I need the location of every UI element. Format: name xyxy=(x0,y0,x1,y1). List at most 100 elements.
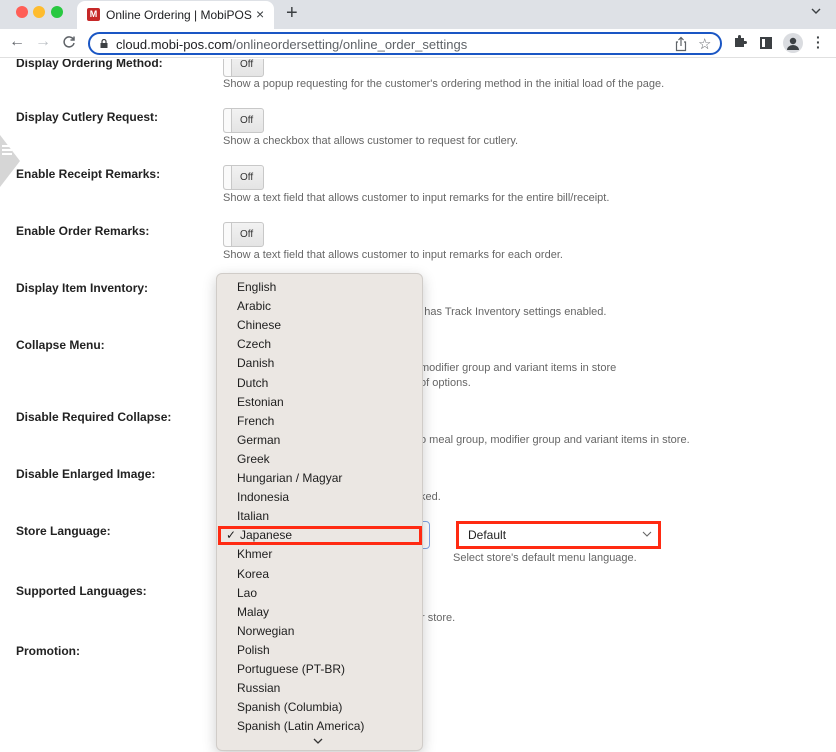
bookmark-star-icon[interactable]: ☆ xyxy=(698,35,711,53)
profile-avatar-icon[interactable] xyxy=(783,33,803,53)
language-option[interactable]: Indonesia xyxy=(217,488,422,507)
extensions-puzzle-icon[interactable] xyxy=(733,34,747,48)
toggle-state: Off xyxy=(240,59,254,70)
browser-tab-active[interactable]: M Online Ordering | MobiPOS × xyxy=(77,1,274,29)
language-option[interactable]: Korea xyxy=(217,565,422,584)
language-option[interactable]: Chinese xyxy=(217,316,422,335)
close-window-button[interactable] xyxy=(16,6,28,18)
toggle-enable-order-remarks[interactable]: Off xyxy=(223,222,264,247)
toggle-knob xyxy=(224,166,232,189)
language-option-label: Russian xyxy=(237,681,281,696)
default-menu-language-select[interactable]: Default xyxy=(456,521,661,549)
setting-label-display-item-inventory: Display Item Inventory: xyxy=(16,281,149,295)
lock-icon xyxy=(100,39,108,48)
language-option-label: Indonesia xyxy=(237,490,290,505)
toggle-knob xyxy=(224,223,232,246)
language-option-label: Khmer xyxy=(237,547,273,562)
toggle-display-cutlery-request[interactable]: Off xyxy=(223,108,264,133)
language-option[interactable]: Czech xyxy=(217,335,422,354)
toggle-state: Off xyxy=(240,172,254,183)
back-arrow-icon[interactable]: ← xyxy=(9,33,25,51)
language-option[interactable]: Italian xyxy=(217,507,422,526)
language-option[interactable]: French xyxy=(217,412,422,431)
browser-tab-strip: M Online Ordering | MobiPOS × + xyxy=(0,0,836,29)
language-option[interactable]: Lao xyxy=(217,584,422,603)
setting-label-collapse-menu: Collapse Menu: xyxy=(16,338,105,352)
reload-icon[interactable] xyxy=(62,33,76,54)
tab-title: Online Ordering | MobiPOS xyxy=(106,8,252,22)
hamburger-menu-icon[interactable] xyxy=(2,145,12,157)
language-option[interactable]: Polish xyxy=(217,641,422,660)
toggle-display-ordering-method[interactable]: Off xyxy=(223,59,264,77)
help-collapse-menu-line-1: modifier group and variant items in stor… xyxy=(420,362,617,374)
forward-arrow-icon[interactable]: → xyxy=(35,33,51,51)
language-option[interactable]: Spanish (Columbia) xyxy=(217,698,422,717)
help-disable-enlarged-image: ked. xyxy=(420,491,441,503)
language-option-label: Estonian xyxy=(237,394,284,409)
language-option-label: Polish xyxy=(237,642,270,657)
language-option[interactable]: Hungarian / Magyar xyxy=(217,469,422,488)
help-collapse-menu-line-2: of options. xyxy=(420,377,471,389)
help-display-ordering-method: Show a popup requesting for the customer… xyxy=(223,78,665,90)
address-bar[interactable]: cloud.mobi-pos.com/onlineordersetting/on… xyxy=(88,32,722,55)
toggle-state: Off xyxy=(240,229,254,240)
toggle-enable-receipt-remarks[interactable]: Off xyxy=(223,165,264,190)
browser-toolbar: ← → cloud.mobi-pos.com/onlineordersettin… xyxy=(0,29,836,58)
language-option[interactable]: Spanish (Latin America) xyxy=(217,717,422,736)
setting-label-promotion: Promotion: xyxy=(16,644,80,658)
language-option-label: German xyxy=(237,432,281,447)
share-icon[interactable] xyxy=(674,36,688,52)
tab-close-icon[interactable]: × xyxy=(256,6,264,22)
url-text[interactable]: cloud.mobi-pos.com/onlineordersetting/on… xyxy=(116,37,467,52)
language-option[interactable]: Dutch xyxy=(217,374,422,393)
language-option[interactable]: Estonian xyxy=(217,393,422,412)
language-option[interactable]: Greek xyxy=(217,450,422,469)
setting-label-supported-languages: Supported Languages: xyxy=(16,584,147,598)
language-option[interactable]: German xyxy=(217,431,422,450)
new-tab-button[interactable]: + xyxy=(286,2,298,25)
maximize-window-button[interactable] xyxy=(51,6,63,18)
language-option-label: Hungarian / Magyar xyxy=(237,471,343,485)
browser-menu-kebab-icon[interactable]: · · · xyxy=(816,30,821,54)
language-option-label: Malay xyxy=(237,604,270,619)
language-option-label: Danish xyxy=(237,356,275,371)
setting-label-display-cutlery-request: Display Cutlery Request: xyxy=(16,110,159,124)
minimize-window-button[interactable] xyxy=(33,6,45,18)
toggle-state: Off xyxy=(240,115,254,126)
language-option[interactable]: Russian xyxy=(217,679,422,698)
language-option-label: Chinese xyxy=(237,318,282,333)
help-display-item-inventory: at has Track Inventory settings enabled. xyxy=(412,306,607,318)
language-option[interactable]: Portuguese (PT-BR) xyxy=(217,660,422,679)
language-dropdown-menu[interactable]: English Arabic Chinese Czech Danish Dutch Esto… xyxy=(216,273,423,751)
side-panel-icon[interactable] xyxy=(760,37,772,49)
language-option[interactable]: Khmer xyxy=(217,545,422,564)
language-option-label: Czech xyxy=(237,337,272,352)
toggle-knob xyxy=(224,109,232,132)
language-option-label: Spanish (Latin America) xyxy=(237,719,365,734)
mobipos-favicon-icon: M xyxy=(87,8,100,21)
language-option[interactable]: Norwegian xyxy=(217,622,422,641)
language-option-label: Norwegian xyxy=(237,623,295,638)
language-option-selected[interactable]: ✓ Japanese xyxy=(218,526,422,546)
language-option[interactable]: Danish xyxy=(217,354,422,373)
scroll-down-chevron-icon[interactable] xyxy=(313,737,323,748)
help-store-language: Select store's default menu language. xyxy=(453,552,637,564)
setting-label-disable-required-collapse: Disable Required Collapse: xyxy=(16,410,172,424)
language-option-label: Spanish (Columbia) xyxy=(237,700,343,715)
tab-search-chevron-icon[interactable] xyxy=(811,6,821,16)
language-option-label: Dutch xyxy=(237,375,269,390)
language-option-label: Greek xyxy=(237,451,270,466)
language-option[interactable]: English xyxy=(217,278,422,297)
setting-label-store-language: Store Language: xyxy=(16,524,111,538)
help-display-cutlery-request: Show a checkbox that allows customer to … xyxy=(223,135,519,147)
language-option-label: Arabic xyxy=(237,299,272,314)
language-option-label: Portuguese (PT-BR) xyxy=(237,662,346,676)
url-host: cloud.mobi-pos.com xyxy=(116,37,233,52)
language-option-label: Korea xyxy=(237,566,270,581)
setting-label-enable-order-remarks: Enable Order Remarks: xyxy=(16,224,150,238)
setting-label-disable-enlarged-image: Disable Enlarged Image: xyxy=(16,467,156,481)
language-option-label: Lao xyxy=(237,585,258,600)
language-option-label: French xyxy=(237,413,275,428)
language-option[interactable]: Malay xyxy=(217,603,422,622)
language-option[interactable]: Arabic xyxy=(217,297,422,316)
